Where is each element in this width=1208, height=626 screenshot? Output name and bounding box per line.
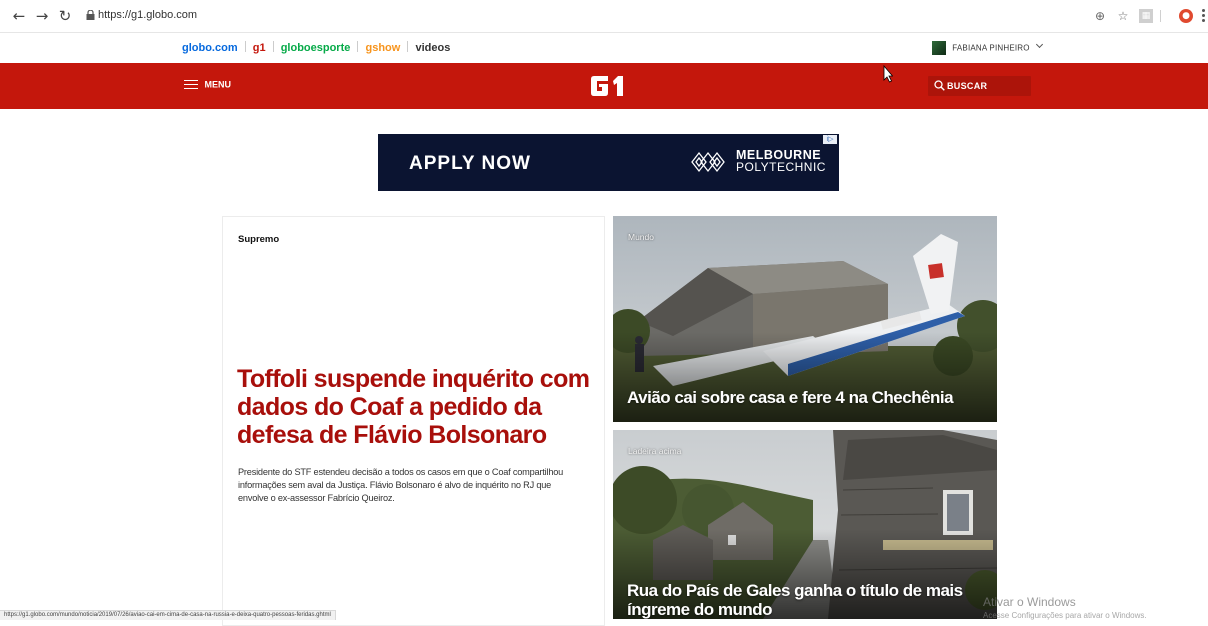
chevron-down-icon xyxy=(1035,41,1043,49)
toolbar-separator xyxy=(1160,10,1161,22)
reload-icon[interactable]: ↻ xyxy=(56,7,74,25)
adchoices-icon[interactable]: i▷ xyxy=(823,135,837,144)
story-headline[interactable]: Toffoli suspende inquérito com dados do … xyxy=(237,365,592,449)
g1-logo[interactable] xyxy=(589,75,625,97)
lock-icon xyxy=(86,10,95,20)
link-videos[interactable]: videos xyxy=(415,42,450,54)
mouse-cursor-icon xyxy=(883,65,893,83)
user-menu[interactable]: FABIANA PINHEIRO xyxy=(932,41,1043,55)
story-section: Supremo xyxy=(238,234,280,245)
search-icon xyxy=(934,80,945,91)
ad-brand: MELBOURNE POLYTECHNIC xyxy=(736,149,826,173)
search-input[interactable]: BUSCAR xyxy=(928,76,1031,96)
story-title[interactable]: Rua do País de Gales ganha o título de m… xyxy=(627,581,977,619)
location-icon[interactable]: ⊕ xyxy=(1093,9,1107,23)
link-globoesporte[interactable]: globoesporte xyxy=(281,42,351,54)
menu-button[interactable]: MENU xyxy=(184,79,231,93)
extension-icon[interactable]: ● xyxy=(1179,9,1193,23)
brand-separator xyxy=(244,41,246,52)
melbourne-polytechnic-logo xyxy=(691,151,725,173)
hamburger-icon xyxy=(184,79,198,90)
user-name: FABIANA PINHEIRO xyxy=(952,43,1030,53)
story-title[interactable]: Avião cai sobre casa e fere 4 na Chechên… xyxy=(627,388,954,407)
globo-brand-links: globo.com g1 globoesporte gshow videos xyxy=(182,41,450,54)
brand-separator xyxy=(272,41,274,52)
ad-cta[interactable]: APPLY NOW xyxy=(409,153,531,175)
photo-gradient xyxy=(613,332,997,422)
story-tag: Ladeira acima xyxy=(628,446,682,456)
back-arrow-icon[interactable]: ← xyxy=(10,7,28,25)
search-label: BUSCAR xyxy=(947,81,988,91)
windows-activation-title: Ativar o Windows xyxy=(983,595,1076,609)
forward-arrow-icon[interactable]: → xyxy=(33,7,51,25)
side-story-plane[interactable]: Mundo Avião cai sobre casa e fere 4 na C… xyxy=(613,216,997,422)
story-summary: Presidente do STF estendeu decisão a tod… xyxy=(238,467,564,503)
link-gshow[interactable]: gshow xyxy=(366,42,401,54)
avatar xyxy=(932,41,946,55)
pdf-icon[interactable]: ▦ xyxy=(1139,9,1153,23)
menu-label: MENU xyxy=(204,79,232,90)
main-story-card[interactable]: Supremo Toffoli suspende inquérito com d… xyxy=(222,216,605,626)
link-g1[interactable]: g1 xyxy=(253,42,266,54)
globo-top-bar: globo.com g1 globoesporte gshow videos F… xyxy=(0,33,1208,63)
ad-banner[interactable]: APPLY NOW MELBOURNE POLYTECHNIC i▷ xyxy=(378,134,839,191)
brand-separator xyxy=(407,41,409,52)
address-bar[interactable]: https://g1.globo.com xyxy=(98,9,197,21)
browser-toolbar: ← → ↻ https://g1.globo.com ⊕ ☆ ▦ ● xyxy=(0,0,1208,33)
ad-brand-line2: POLYTECHNIC xyxy=(736,160,826,174)
side-story-street[interactable]: Ladeira acima Rua do País de Gales ganha… xyxy=(613,430,997,619)
brand-separator xyxy=(357,41,359,52)
menu-icon[interactable] xyxy=(1202,9,1206,23)
star-icon[interactable]: ☆ xyxy=(1116,9,1130,23)
story-tag: Mundo xyxy=(628,232,654,242)
link-globo-com[interactable]: globo.com xyxy=(182,42,238,54)
